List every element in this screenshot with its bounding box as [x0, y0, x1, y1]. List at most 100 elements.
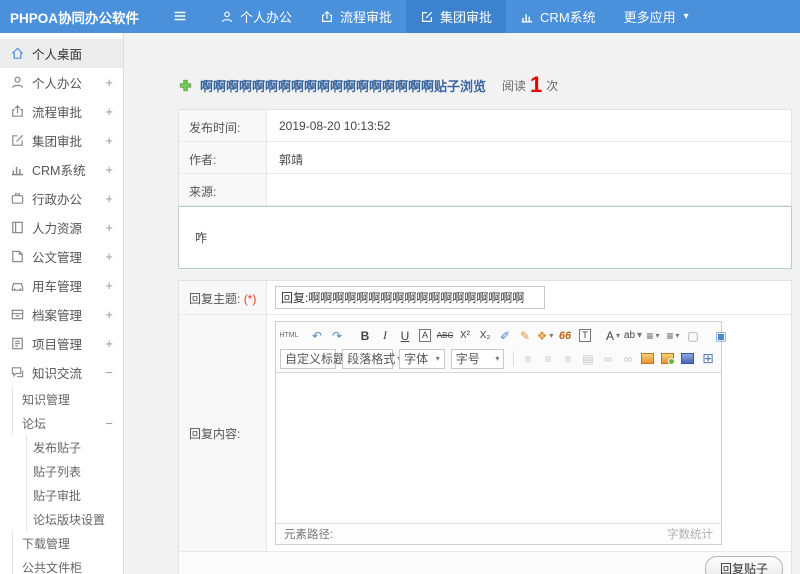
link-button[interactable]: ∞: [599, 349, 617, 368]
nav-item-personal-office[interactable]: 个人办公: [206, 0, 306, 33]
expand-icon[interactable]: +: [105, 249, 113, 264]
expand-icon[interactable]: +: [105, 133, 113, 148]
reply-subject-input[interactable]: [275, 286, 545, 309]
expand-icon[interactable]: +: [105, 162, 113, 177]
info-row: 作者: 郭靖: [179, 142, 791, 174]
editor-statusbar: 元素路径: 字数统计: [276, 523, 721, 544]
sidebar-item-vehicle-mgmt[interactable]: 用车管理 +: [0, 271, 123, 300]
sidebar-item-label: 贴子列表: [33, 464, 82, 479]
sidebar-item-admin-office[interactable]: 行政办公 +: [0, 184, 123, 213]
font-border-button[interactable]: A: [416, 326, 434, 345]
sidebar-item-knowledge-mgmt[interactable]: 知识管理: [0, 387, 123, 411]
expand-icon[interactable]: +: [105, 278, 113, 293]
sidebar-item-group-approval[interactable]: 集团审批 +: [0, 126, 123, 155]
expand-icon[interactable]: +: [105, 307, 113, 322]
sidebar-item-human-resources[interactable]: 人力资源 +: [0, 213, 123, 242]
sidebar-item-label: 发布贴子: [33, 440, 82, 455]
expand-icon[interactable]: +: [105, 191, 113, 206]
underline-button[interactable]: U: [396, 326, 414, 345]
insert-video-button[interactable]: [679, 349, 697, 368]
paste-plain-button[interactable]: T: [576, 326, 594, 345]
required-mark: (*): [243, 292, 257, 306]
nav-item-group-approval[interactable]: 集团审批: [406, 0, 507, 33]
superscript-button[interactable]: X²: [456, 326, 474, 345]
sidebar-item-public-file-cabinet[interactable]: 公共文件柜: [0, 555, 123, 574]
editor-content[interactable]: [276, 373, 721, 523]
ordered-list-icon: ≡: [646, 328, 654, 343]
nav-item-crm-system[interactable]: CRM系统: [506, 0, 610, 33]
hamburger-icon: [174, 11, 186, 20]
italic-button[interactable]: I: [376, 326, 394, 345]
sidebar-item-label: 用车管理: [32, 280, 83, 294]
sidebar-item-post-approval[interactable]: 贴子审批: [0, 483, 123, 507]
expand-icon[interactable]: +: [105, 220, 113, 235]
auto-typeset-button[interactable]: ❖ ▾: [536, 326, 554, 345]
fullscreen-button[interactable]: ▣: [712, 326, 730, 345]
expand-icon[interactable]: +: [105, 336, 113, 351]
paragraph-dropdown[interactable]: 段落格式▾: [342, 348, 401, 369]
expand-icon[interactable]: +: [105, 104, 113, 119]
sidebar-item-personal-office[interactable]: 个人办公 +: [0, 68, 123, 97]
sidebar-item-label: 知识管理: [22, 392, 71, 407]
chevron-down-icon: ▾: [683, 11, 689, 22]
nav-item-workflow-approval[interactable]: 流程审批: [306, 0, 406, 33]
justify-left-button[interactable]: ≡: [519, 349, 537, 368]
sidebar-item-forum[interactable]: 论坛 −: [0, 411, 123, 435]
sidebar-item-document-mgmt[interactable]: 公文管理 +: [0, 242, 123, 271]
image-manager-button[interactable]: [659, 349, 677, 368]
justify-center-button[interactable]: ≡: [539, 349, 557, 368]
font-family-dropdown[interactable]: 字体 ▾: [399, 348, 445, 369]
format-brush-button[interactable]: ✎: [516, 326, 534, 345]
chevron-down-icon: ▾: [655, 331, 660, 340]
unordered-list-button[interactable]: ≡ ▾: [664, 326, 682, 345]
sidebar-item-workflow-approval[interactable]: 流程审批 +: [0, 97, 123, 126]
sidebar-item-label: 知识交流: [32, 367, 83, 381]
element-path-label: 元素路径:: [284, 529, 334, 541]
unlink-button[interactable]: ∞: [619, 349, 637, 368]
sidebar-item-post-list[interactable]: 贴子列表: [0, 459, 123, 483]
blockquote-button[interactable]: 66: [556, 326, 574, 345]
justify-full-button[interactable]: ▤: [579, 349, 597, 368]
sidebar-item-post-create[interactable]: 发布贴子: [0, 435, 123, 459]
custom-title-dropdown[interactable]: 自定义标题▾: [280, 348, 351, 369]
reply-form: 回复主题: (*) 回复内容: HTML↶↷BIUAABCX²X₂✐✎❖▾66T…: [178, 280, 792, 574]
sidebar-item-forum-board-settings[interactable]: 论坛版块设置: [0, 507, 123, 531]
nav-item-label: 集团审批: [440, 10, 493, 25]
reply-submit-button[interactable]: 回复贴子: [704, 556, 783, 574]
eraser-icon: ✐: [499, 328, 511, 343]
source-button[interactable]: HTML: [279, 326, 298, 345]
subscript-button[interactable]: X₂: [476, 326, 494, 345]
editor-toolbar-row2: 自定义标题▾段落格式▾字体 ▾ 字号 ▾ ≡ ≡ ≡ ▤ ∞ ∞ ⊞: [279, 347, 718, 370]
insert-video-icon: [681, 353, 695, 364]
sidebar-item-archive-mgmt[interactable]: 档案管理 +: [0, 300, 123, 329]
collapse-icon[interactable]: −: [105, 365, 113, 380]
font-color-icon: A: [605, 328, 614, 343]
sidebar-item-knowledge-exchange[interactable]: 知识交流 −: [0, 358, 123, 387]
expand-icon[interactable]: +: [105, 75, 113, 90]
sidebar-item-personal-desktop[interactable]: 个人桌面: [0, 39, 123, 68]
bold-button[interactable]: B: [356, 326, 374, 345]
ordered-list-button[interactable]: ≡ ▾: [644, 326, 662, 345]
sidebar-item-crm-system[interactable]: CRM系统 +: [0, 155, 123, 184]
reply-content-row: 回复内容: HTML ↶ ↷ B I U A ABC X² X₂ ✐ ✎ ❖ ▾ 66 T A ▾ ab ▾ ≡ ▾ ≡ ▾ ▢…: [179, 315, 791, 552]
strikethrough-button[interactable]: ABC: [436, 326, 454, 345]
new-page-button[interactable]: ▢: [684, 326, 702, 345]
sidebar-item-project-mgmt[interactable]: 项目管理 +: [0, 329, 123, 358]
font-size-dropdown[interactable]: 字号 ▾: [450, 348, 505, 369]
collapse-icon[interactable]: −: [105, 416, 113, 431]
redo-button[interactable]: ↷: [328, 326, 346, 345]
nav-item-more-apps[interactable]: 更多应用 ▾: [610, 0, 703, 33]
highlight-color-button[interactable]: ab ▾: [624, 326, 642, 345]
menu-toggle-button[interactable]: [172, 9, 192, 25]
insert-table-button[interactable]: ⊞: [699, 349, 717, 368]
justify-right-button[interactable]: ≡: [559, 349, 577, 368]
font-color-button[interactable]: A ▾: [604, 326, 622, 345]
undo-button[interactable]: ↶: [308, 326, 326, 345]
sidebar-item-download-mgmt[interactable]: 下载管理: [0, 531, 123, 555]
eraser-button[interactable]: ✐: [496, 326, 514, 345]
insert-image-button[interactable]: [639, 349, 657, 368]
reply-content-label: 回复内容:: [179, 315, 267, 551]
fullscreen-icon: ▣: [715, 328, 727, 343]
main-content: 啊啊啊啊啊啊啊啊啊啊啊啊啊啊啊啊啊啊贴子浏览 阅读 1 次 发布时间: 2019-…: [124, 33, 800, 574]
chevron-down-icon: ▾: [637, 330, 643, 341]
